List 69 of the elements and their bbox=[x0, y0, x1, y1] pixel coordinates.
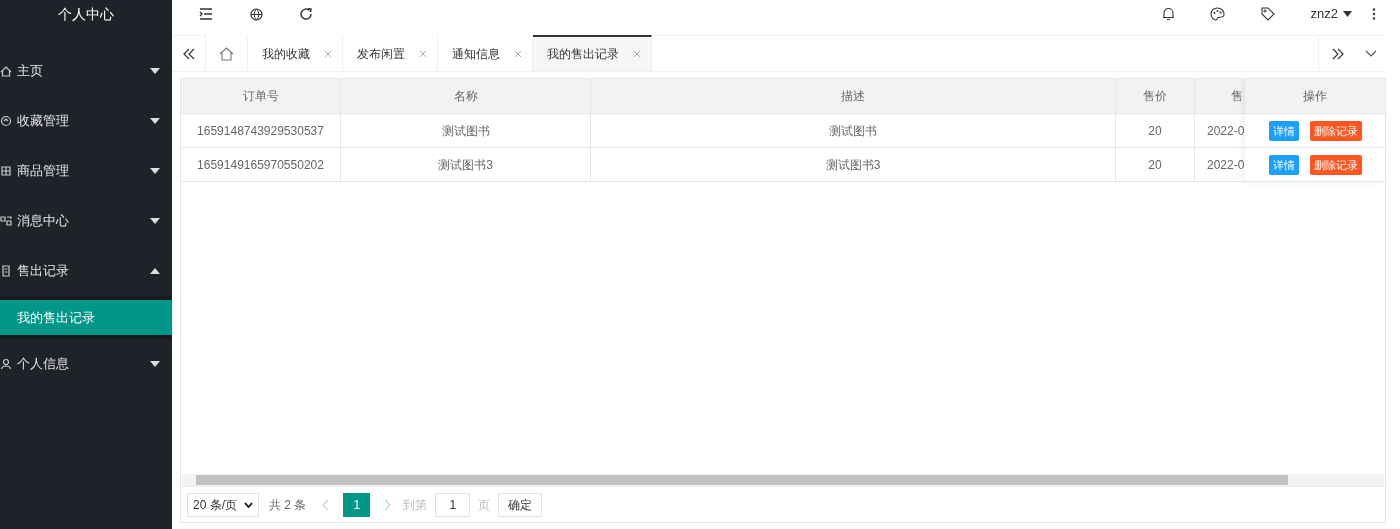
tab[interactable]: 我的售出记录 bbox=[533, 35, 652, 71]
table-cell-text: 2022-0 bbox=[1207, 122, 1245, 140]
table-cell-text: 1659148743929530537 bbox=[197, 122, 324, 140]
menu-icon bbox=[0, 115, 12, 127]
column-header: 售 bbox=[1231, 88, 1243, 105]
more-icon[interactable] bbox=[1372, 8, 1376, 20]
table-cell-text: 测试图书3 bbox=[438, 156, 493, 174]
palette-icon[interactable] bbox=[1209, 7, 1225, 21]
table-cell-text: 1659149165970550202 bbox=[197, 156, 324, 174]
caret-down-icon bbox=[150, 218, 160, 224]
home-icon bbox=[0, 65, 12, 77]
horizontal-scrollbar[interactable] bbox=[182, 474, 1384, 486]
sidebar-item[interactable]: 主页 bbox=[0, 46, 172, 96]
table-cell-text: 20 bbox=[1148, 122, 1162, 140]
table-cell-text: 测试图书 bbox=[829, 122, 877, 140]
page-size-select[interactable]: 20 条/页 bbox=[187, 492, 259, 517]
table-cell-text: 测试图书3 bbox=[825, 156, 881, 174]
menu-icon bbox=[0, 265, 12, 277]
menu-icon bbox=[0, 165, 12, 177]
caret-down-icon bbox=[150, 68, 160, 74]
total-count: 共 2 条 bbox=[269, 496, 307, 514]
goto-label: 到第 bbox=[403, 496, 428, 514]
close-icon[interactable] bbox=[633, 50, 641, 58]
tab[interactable]: 发布闲置 bbox=[343, 35, 438, 71]
double-left-icon bbox=[182, 47, 195, 60]
column-header: 名称 bbox=[453, 88, 478, 105]
page-input[interactable]: 1 bbox=[435, 492, 471, 517]
home-icon bbox=[219, 47, 234, 61]
page-button[interactable]: 1 bbox=[343, 492, 371, 517]
next-page-icon[interactable] bbox=[384, 498, 392, 511]
table-cell-text: 2022-0 bbox=[1207, 156, 1245, 174]
close-icon[interactable] bbox=[419, 50, 427, 58]
column-header: 售价 bbox=[1143, 88, 1167, 105]
close-icon[interactable] bbox=[324, 50, 332, 58]
double-right-icon bbox=[1331, 47, 1344, 60]
sidebar-item[interactable]: 售出记录 bbox=[0, 246, 172, 296]
user-menu[interactable]: znz2 bbox=[1310, 4, 1352, 24]
sidebar-item[interactable]: 个人信息 bbox=[0, 339, 172, 389]
sidebar-title: 个人中心 bbox=[57, 4, 115, 24]
caret-down-icon bbox=[1343, 11, 1352, 17]
caret-down-icon bbox=[150, 118, 160, 124]
home-tab[interactable] bbox=[206, 35, 248, 71]
tab[interactable]: 通知信息 bbox=[438, 35, 533, 71]
prev-page-icon[interactable] bbox=[322, 498, 330, 511]
caret-up-icon bbox=[150, 268, 160, 274]
column-header: 描述 bbox=[841, 88, 865, 105]
bell-icon[interactable] bbox=[1161, 7, 1175, 21]
confirm-button[interactable]: 确定 bbox=[498, 492, 543, 517]
column-header: 订单号 bbox=[242, 88, 279, 105]
caret-down-icon bbox=[150, 361, 160, 367]
sidebar-item[interactable]: 商品管理 bbox=[0, 146, 172, 196]
column-header: 操作 bbox=[1303, 88, 1327, 105]
table-cell-text: 20 bbox=[1148, 156, 1162, 174]
menu-icon bbox=[0, 358, 12, 370]
sidebar-subitem[interactable]: 我的售出记录 bbox=[0, 300, 172, 335]
close-icon[interactable] bbox=[514, 50, 522, 58]
chevron-down-icon bbox=[244, 501, 253, 508]
tag-icon[interactable] bbox=[1260, 7, 1275, 21]
globe-icon[interactable] bbox=[250, 7, 263, 21]
menu-fold-icon[interactable] bbox=[199, 8, 213, 20]
chevron-down-icon bbox=[1365, 50, 1377, 57]
caret-down-icon bbox=[150, 168, 160, 174]
page-suffix: 页 bbox=[478, 496, 491, 514]
sidebar-item[interactable]: 收藏管理 bbox=[0, 96, 172, 146]
table-cell-text: 测试图书 bbox=[441, 122, 490, 140]
refresh-icon[interactable] bbox=[299, 7, 313, 21]
tab[interactable]: 我的收藏 bbox=[248, 35, 343, 71]
menu-icon bbox=[0, 215, 12, 227]
sidebar-item[interactable]: 消息中心 bbox=[0, 196, 172, 246]
